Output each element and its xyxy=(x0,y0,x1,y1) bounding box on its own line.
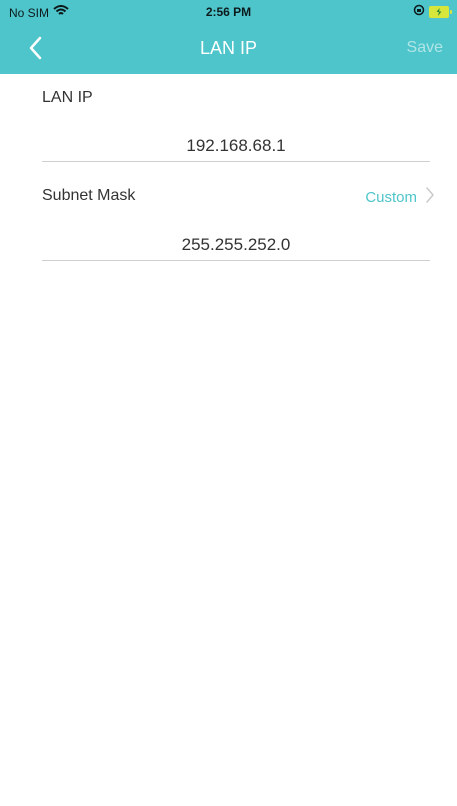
lan-ip-label: LAN IP xyxy=(42,89,93,106)
subnet-mask-mode: Custom xyxy=(365,189,417,206)
lan-ip-value: 192.168.68.1 xyxy=(186,136,286,155)
battery-charging-icon xyxy=(429,5,452,18)
subnet-mask-input[interactable]: 255.255.252.0 xyxy=(42,230,430,261)
lan-ip-screen: No SIM 2:56 PM LAN IP Save LAN IP 192.16… xyxy=(0,0,457,806)
orientation-lock-icon xyxy=(413,4,425,19)
lan-ip-input[interactable]: 192.168.68.1 xyxy=(42,131,430,162)
status-time: 2:56 PM xyxy=(205,5,252,19)
subnet-mask-value: 255.255.252.0 xyxy=(181,235,291,254)
status-bar: No SIM 2:56 PM xyxy=(0,0,457,24)
subnet-mask-mode-selector[interactable]: Custom xyxy=(365,185,435,210)
status-right xyxy=(413,4,452,19)
navigation-bar: LAN IP Save xyxy=(0,24,457,74)
header-bar: No SIM 2:56 PM LAN IP Save xyxy=(0,0,457,74)
subnet-mask-label: Subnet Mask xyxy=(42,187,136,204)
chevron-right-icon xyxy=(425,185,435,210)
save-button[interactable]: Save xyxy=(407,39,443,57)
page-title: LAN IP xyxy=(199,38,258,58)
